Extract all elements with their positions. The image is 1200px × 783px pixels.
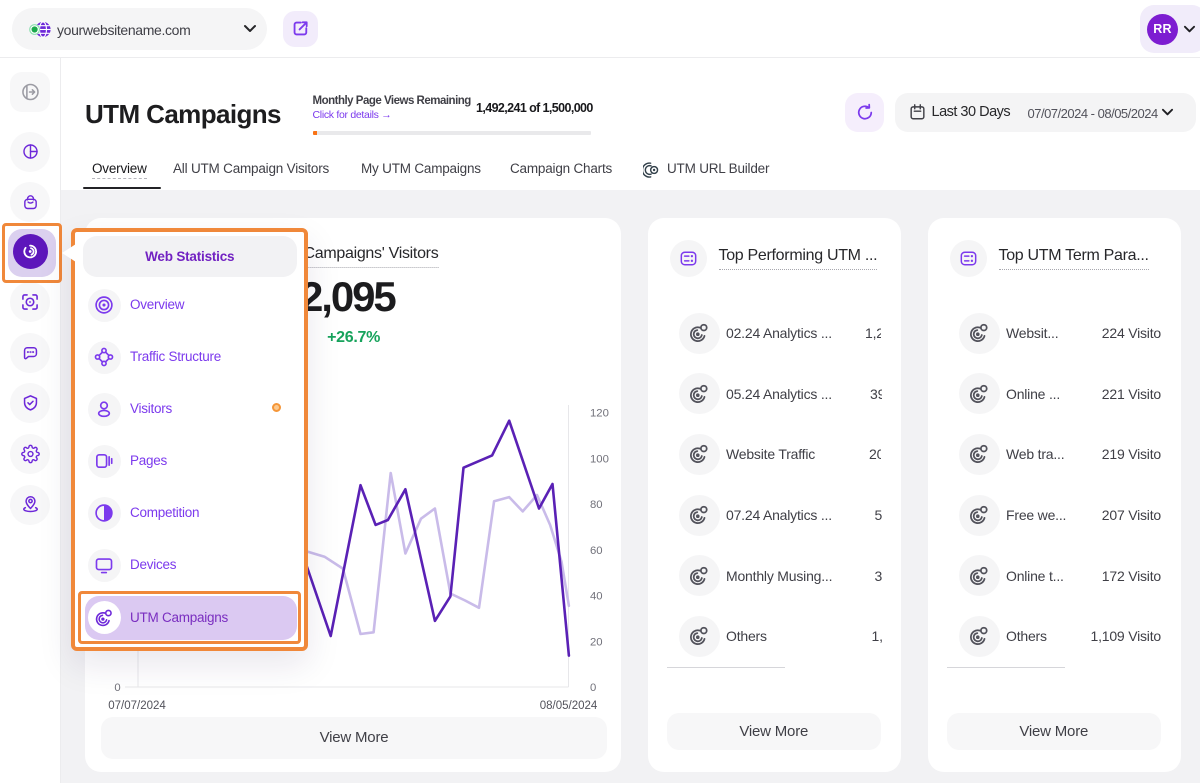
svg-text:0: 0 [114,682,120,694]
svg-text:100: 100 [590,453,609,465]
svg-text:07/07/2024: 07/07/2024 [108,700,166,712]
svg-text:40: 40 [590,591,603,603]
svg-text:08/05/2024: 08/05/2024 [540,700,598,712]
svg-text:120: 120 [590,408,609,420]
svg-text:20: 20 [590,636,603,648]
svg-text:60: 60 [590,545,603,557]
svg-text:80: 80 [590,499,603,511]
svg-text:0: 0 [590,682,596,694]
